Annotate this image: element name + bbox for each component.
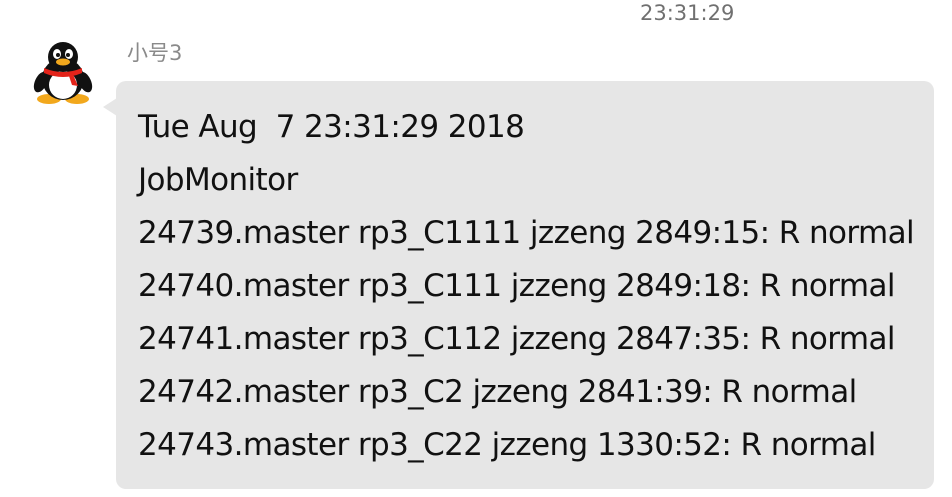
bubble-tail <box>103 98 117 116</box>
message-line-job: 24743.master rp3_C22 jzzeng 1330:52: R n… <box>138 427 876 463</box>
sender-name: 小号3 <box>127 41 183 65</box>
chat-window: 23:31:29 小号3 Tue Aug 7 23:31:29 2018 Job… <box>0 0 952 497</box>
message-bubble[interactable]: Tue Aug 7 23:31:29 2018 JobMonitor 24739… <box>116 81 934 489</box>
penguin-avatar-icon[interactable] <box>32 40 94 106</box>
message-line-job: 24740.master rp3_C111 jzzeng 2849:18: R … <box>138 268 895 304</box>
message-line-job: 24741.master rp3_C112 jzzeng 2847:35: R … <box>138 321 895 357</box>
message-line-date: Tue Aug 7 23:31:29 2018 <box>138 109 525 145</box>
message-line-title: JobMonitor <box>138 162 298 198</box>
message-line-job: 24742.master rp3_C2 jzzeng 2841:39: R no… <box>138 374 857 410</box>
message-line-job: 24739.master rp3_C1111 jzzeng 2849:15: R… <box>138 215 915 251</box>
message-timestamp: 23:31:29 <box>640 1 735 25</box>
